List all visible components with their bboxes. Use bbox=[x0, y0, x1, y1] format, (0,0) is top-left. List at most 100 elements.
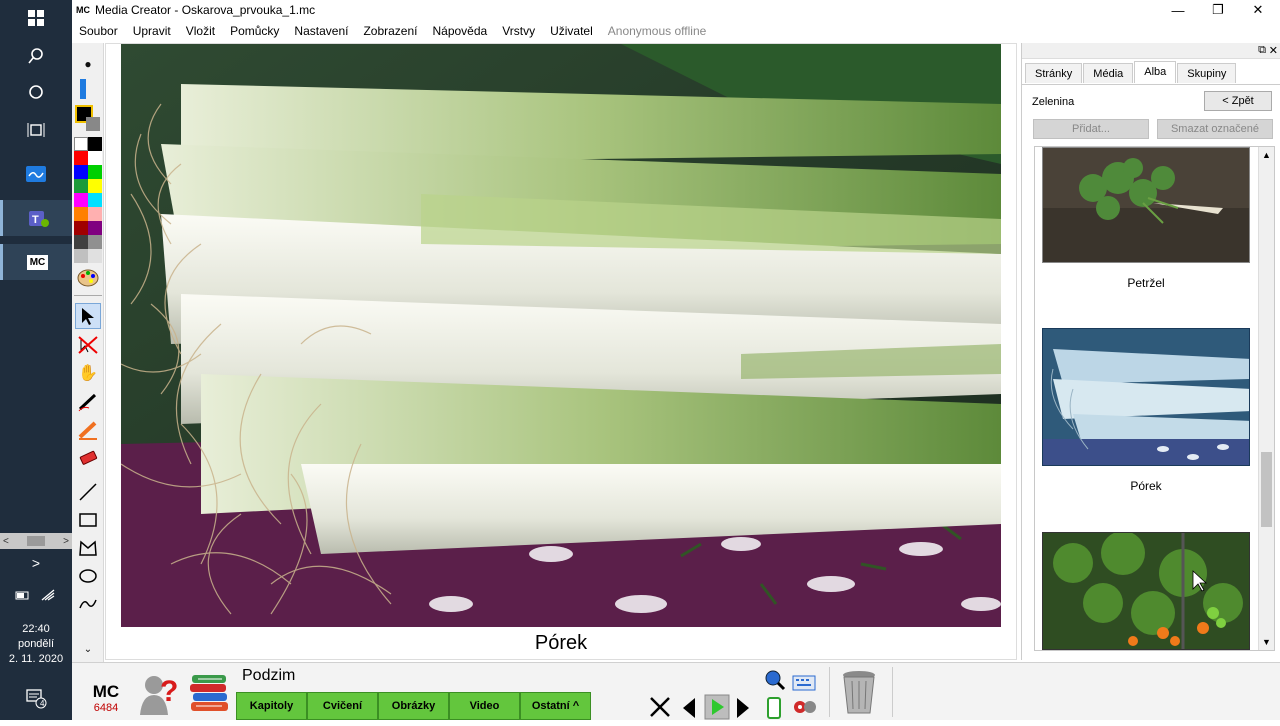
menu-upravit[interactable]: Upravit bbox=[133, 24, 171, 38]
parsley-thumbnail[interactable] bbox=[1042, 147, 1250, 263]
album-media-list[interactable]: Petržel Pórek ▲ ▼ bbox=[1034, 146, 1275, 651]
books-icon[interactable] bbox=[188, 669, 232, 717]
system-clock[interactable]: 22:40 pondělí 2. 11. 2020 bbox=[0, 622, 72, 667]
more-tools-chevron-icon[interactable]: ⌄ bbox=[75, 641, 101, 657]
color-swatch[interactable] bbox=[74, 207, 88, 221]
nav-ostatni-button[interactable]: Ostatní ^ bbox=[520, 692, 591, 720]
color-swatch[interactable] bbox=[74, 137, 88, 151]
close-x-icon[interactable] bbox=[648, 695, 672, 725]
previous-page-icon[interactable] bbox=[680, 696, 698, 726]
tab-media[interactable]: Média bbox=[1083, 63, 1134, 83]
expand-icon[interactable]: > bbox=[0, 548, 72, 578]
ellipse-tool-icon[interactable] bbox=[75, 563, 101, 589]
color-swatch[interactable] bbox=[88, 179, 102, 193]
menu-pomucky[interactable]: Pomůcky bbox=[230, 24, 279, 38]
whiteboard-app-icon[interactable] bbox=[0, 156, 72, 192]
delete-select-icon[interactable] bbox=[75, 332, 101, 358]
help-person-icon[interactable]: ? bbox=[136, 669, 180, 717]
color-swatch[interactable] bbox=[88, 137, 102, 151]
polygon-tool-icon[interactable] bbox=[75, 535, 101, 561]
select-arrow-icon[interactable] bbox=[75, 303, 101, 329]
close-button[interactable]: ✕ bbox=[1238, 0, 1278, 20]
nav-cviceni-button[interactable]: Cvičení bbox=[307, 692, 378, 720]
color-swatch[interactable] bbox=[88, 207, 102, 221]
taskbar-scrollbar[interactable]: < > bbox=[0, 533, 72, 549]
nav-obrazky-button[interactable]: Obrázky bbox=[378, 692, 449, 720]
hand-pan-icon[interactable]: ✋ bbox=[75, 360, 101, 386]
leek-photo[interactable] bbox=[121, 44, 1001, 627]
minimize-button[interactable]: — bbox=[1158, 0, 1198, 20]
next-page-icon[interactable] bbox=[734, 696, 752, 726]
search-icon[interactable] bbox=[0, 38, 72, 74]
delete-selected-button[interactable]: Smazat označené bbox=[1157, 119, 1273, 139]
windows-start-icon[interactable] bbox=[0, 0, 72, 36]
color-swatch[interactable] bbox=[74, 235, 88, 249]
media-item-porek[interactable]: Pórek bbox=[1042, 328, 1250, 493]
notification-center-icon[interactable]: 4 bbox=[0, 680, 72, 716]
scroll-thumb[interactable] bbox=[1261, 452, 1272, 527]
color-swatch[interactable] bbox=[74, 221, 88, 235]
menu-zobrazeni[interactable]: Zobrazení bbox=[363, 24, 417, 38]
menu-soubor[interactable]: Soubor bbox=[79, 24, 118, 38]
keyboard-icon[interactable] bbox=[792, 671, 816, 697]
menu-vlozit[interactable]: Vložit bbox=[186, 24, 215, 38]
media-item-petrzel[interactable]: Petržel bbox=[1042, 147, 1250, 290]
panel-close-icon[interactable]: ✕ bbox=[1269, 44, 1278, 57]
background-color[interactable] bbox=[86, 117, 100, 131]
add-button[interactable]: Přidat... bbox=[1033, 119, 1149, 139]
color-swatch[interactable] bbox=[74, 151, 88, 165]
magnifier-icon[interactable] bbox=[764, 669, 786, 697]
scroll-thumb[interactable] bbox=[27, 536, 45, 546]
scroll-right-icon[interactable]: > bbox=[63, 536, 69, 547]
color-swatch[interactable] bbox=[88, 235, 102, 249]
back-button[interactable]: < Zpět bbox=[1204, 91, 1272, 111]
scroll-up-icon[interactable]: ▲ bbox=[1262, 150, 1271, 160]
cortana-icon[interactable] bbox=[0, 74, 72, 110]
menu-nastaveni[interactable]: Nastavení bbox=[294, 24, 348, 38]
color-swatch[interactable] bbox=[74, 249, 88, 263]
color-swatch[interactable] bbox=[74, 179, 88, 193]
color-palette-icon[interactable] bbox=[75, 265, 101, 291]
color-swatch[interactable] bbox=[88, 151, 102, 165]
media-creator-taskbar-icon[interactable]: MC bbox=[0, 244, 72, 280]
menu-vrstvy[interactable]: Vrstvy bbox=[502, 24, 535, 38]
pen-icon[interactable] bbox=[75, 389, 101, 415]
device-icon[interactable] bbox=[766, 697, 782, 725]
photo-caption[interactable]: Pórek bbox=[121, 632, 1001, 655]
color-swatch[interactable] bbox=[88, 165, 102, 179]
line-tool-icon[interactable] bbox=[75, 479, 101, 505]
eraser-icon[interactable] bbox=[75, 445, 101, 471]
freehand-curve-icon[interactable] bbox=[75, 591, 101, 617]
scroll-left-icon[interactable]: < bbox=[3, 536, 9, 547]
leek-thumbnail[interactable] bbox=[1042, 328, 1250, 466]
pen-size-dot-icon[interactable]: ● bbox=[75, 51, 101, 77]
play-icon[interactable] bbox=[704, 694, 730, 726]
nav-video-button[interactable]: Video bbox=[449, 692, 520, 720]
tray-icons[interactable] bbox=[0, 580, 72, 610]
menu-uzivatel[interactable]: Uživatel bbox=[550, 24, 593, 38]
trash-bin-icon[interactable] bbox=[840, 669, 878, 721]
rectangle-tool-icon[interactable] bbox=[75, 507, 101, 533]
page-canvas[interactable]: Pórek bbox=[105, 43, 1017, 660]
highlighter-icon[interactable] bbox=[75, 417, 101, 443]
tab-skupiny[interactable]: Skupiny bbox=[1177, 63, 1237, 83]
teams-app-icon[interactable]: T bbox=[0, 200, 72, 236]
media-item-tomato[interactable] bbox=[1042, 532, 1250, 650]
maximize-button[interactable]: ❐ bbox=[1198, 0, 1238, 20]
color-swatch[interactable] bbox=[74, 165, 88, 179]
line-width-indicator[interactable] bbox=[80, 79, 86, 99]
media-list-scrollbar[interactable]: ▲ ▼ bbox=[1258, 147, 1274, 650]
color-swatch[interactable] bbox=[88, 221, 102, 235]
color-swatch[interactable] bbox=[88, 249, 102, 263]
undock-icon[interactable]: ⧉ bbox=[1258, 44, 1266, 57]
menu-napoveda[interactable]: Nápověda bbox=[432, 24, 487, 38]
color-swatch[interactable] bbox=[74, 193, 88, 207]
tomato-plant-thumbnail[interactable] bbox=[1042, 532, 1250, 650]
tab-alba[interactable]: Alba bbox=[1134, 61, 1177, 83]
mc-logo[interactable]: MC 6484 bbox=[86, 682, 126, 714]
nav-kapitoly-button[interactable]: Kapitoly bbox=[236, 692, 307, 720]
task-view-icon[interactable] bbox=[0, 112, 72, 148]
games-icon[interactable] bbox=[792, 697, 818, 723]
color-swatch[interactable] bbox=[88, 193, 102, 207]
scroll-down-icon[interactable]: ▼ bbox=[1262, 637, 1271, 647]
